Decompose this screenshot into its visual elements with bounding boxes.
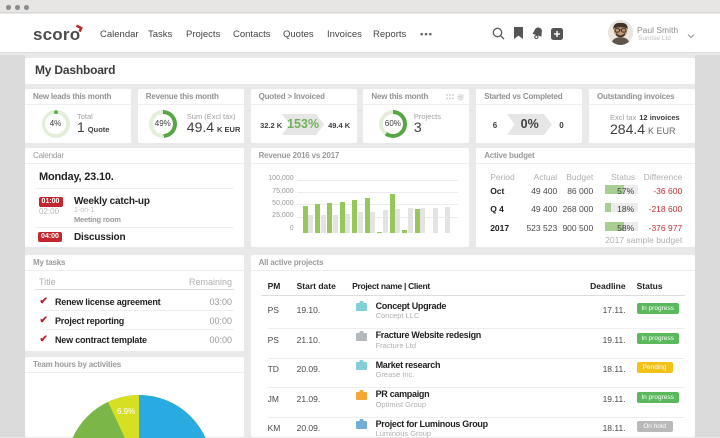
svg-text:6.9%: 6.9% xyxy=(117,407,135,416)
